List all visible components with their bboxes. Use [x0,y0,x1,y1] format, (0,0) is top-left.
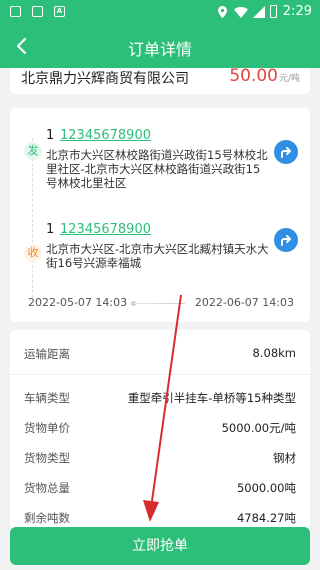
company-name: 北京鼎力兴辉商贸有限公司 [21,71,189,87]
title-bar: 订单详情 [0,24,320,68]
sender-phone-link[interactable]: 12345678900 [60,128,151,143]
battery-icon [270,5,277,18]
receiver-name: 1 [46,222,55,237]
detail-value: 钢材 [273,451,296,465]
notification-icon [32,6,43,17]
sender-name: 1 [46,128,55,143]
route-card: 发 1 12345678900 北京市大兴区林校路街道兴政街15号林校北里社区-… [10,108,310,322]
navigation-icon [281,147,291,158]
detail-row: 车辆类型 重型牵引半挂车-单桥等15种类型 [10,386,310,412]
detail-value: 重型牵引半挂车-单桥等15种类型 [127,391,296,405]
location-icon [218,6,227,18]
load-date: 2022-05-07 14:03 [28,296,128,309]
detail-row: 货物总量 5000.00吨 [10,476,310,502]
detail-label: 车辆类型 [24,391,70,405]
page-title: 订单详情 [127,40,192,59]
detail-label: 货物类型 [24,451,70,465]
order-details-card: 运输距离 8.08km 车辆类型 重型牵引半挂车-单桥等15种类型 货物单价 5… [10,330,310,530]
detail-row: 货物单价 5000.00元/吨 [10,416,310,442]
detail-value: 8.08km [252,346,296,360]
detail-value: 4784.27吨 [236,511,296,525]
detail-value: 5000.00元/吨 [221,421,296,435]
detail-row: 货物类型 钢材 [10,446,310,472]
wifi-icon [234,6,248,18]
navigation-icon [281,235,291,246]
grab-order-button[interactable]: 立即抢单 [10,527,310,565]
detail-value: 5000.00吨 [236,481,296,495]
sender-tag: 发 [24,142,42,160]
detail-label: 货物单价 [24,421,70,435]
status-bar: A 2:29 [0,0,320,24]
detail-label: 运输距离 [24,347,70,361]
date-range-line [133,303,185,304]
notification-icon [10,6,21,17]
receiver-phone-link[interactable]: 12345678900 [60,222,151,237]
signal-icon [253,6,265,18]
freight-price: 50.00 [229,66,278,86]
receiver-navigate-button[interactable] [274,228,298,252]
route-connector [32,138,33,298]
status-time: 2:29 [282,4,312,19]
sender-address: 北京市大兴区林校路街道兴政街15号林校北里社区-北京市大兴区林校路街道兴政街15… [46,148,268,190]
divider [10,374,310,375]
company-card: 北京鼎力兴辉商贸有限公司 50.00 元/吨 [10,66,310,94]
detail-label: 货物总量 [24,481,70,495]
date-range: 2022-05-07 14:03 2022-06-07 14:03 [10,294,310,312]
detail-label: 剩余吨数 [24,511,70,525]
receiver-tag: 收 [24,244,42,262]
detail-row: 运输距离 8.08km [10,342,310,368]
price-unit: 元/吨 [278,74,300,84]
notification-a-icon: A [54,6,65,17]
sender-navigate-button[interactable] [274,140,298,164]
receiver-address: 北京市大兴区-北京市大兴区北臧村镇天水大街16号兴源幸福城 [46,242,269,270]
unload-date: 2022-06-07 14:03 [194,296,294,309]
